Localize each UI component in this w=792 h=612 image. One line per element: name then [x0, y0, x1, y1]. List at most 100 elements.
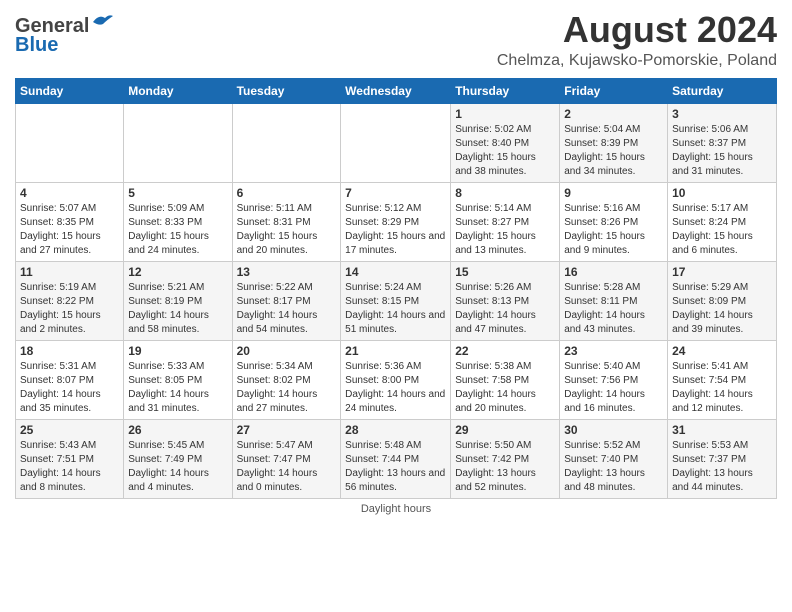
day-of-week-header: Thursday — [451, 78, 560, 103]
day-info: Sunrise: 5:19 AM Sunset: 8:22 PM Dayligh… — [20, 281, 119, 337]
day-info: Sunrise: 5:52 AM Sunset: 7:40 PM Dayligh… — [564, 439, 663, 495]
day-number: 11 — [20, 265, 119, 279]
daylight-hours-label: Daylight hours — [361, 503, 431, 515]
calendar-cell — [124, 103, 232, 182]
calendar-body: 1 Sunrise: 5:02 AM Sunset: 8:40 PM Daylig… — [16, 103, 777, 498]
day-info: Sunrise: 5:36 AM Sunset: 8:00 PM Dayligh… — [345, 360, 446, 416]
day-number: 29 — [455, 423, 555, 437]
day-info: Sunrise: 5:09 AM Sunset: 8:33 PM Dayligh… — [128, 202, 227, 258]
day-number: 12 — [128, 265, 227, 279]
day-number: 16 — [564, 265, 663, 279]
day-number: 21 — [345, 344, 446, 358]
day-info: Sunrise: 5:29 AM Sunset: 8:09 PM Dayligh… — [672, 281, 772, 337]
calendar-cell: 28 Sunrise: 5:48 AM Sunset: 7:44 PM Dayli… — [341, 419, 451, 498]
day-number: 31 — [672, 423, 772, 437]
calendar-cell: 10 Sunrise: 5:17 AM Sunset: 8:24 PM Dayli… — [668, 182, 777, 261]
day-info: Sunrise: 5:17 AM Sunset: 8:24 PM Dayligh… — [672, 202, 772, 258]
day-info: Sunrise: 5:07 AM Sunset: 8:35 PM Dayligh… — [20, 202, 119, 258]
day-number: 5 — [128, 186, 227, 200]
day-of-week-header: Tuesday — [232, 78, 341, 103]
calendar-cell: 16Sunrise: 5:28 AM Sunset: 8:11 PM Dayli… — [560, 261, 668, 340]
day-number: 28 — [345, 423, 446, 437]
calendar-cell: 19Sunrise: 5:33 AM Sunset: 8:05 PM Dayli… — [124, 340, 232, 419]
day-number: 7 — [345, 186, 446, 200]
calendar-cell: 17 Sunrise: 5:29 AM Sunset: 8:09 PM Dayli… — [668, 261, 777, 340]
calendar-cell: 12 Sunrise: 5:21 AM Sunset: 8:19 PM Dayli… — [124, 261, 232, 340]
day-of-week-header: Wednesday — [341, 78, 451, 103]
calendar-cell: 2 Sunrise: 5:04 AM Sunset: 8:39 PM Daylig… — [560, 103, 668, 182]
calendar-cell: 31 Sunrise: 5:53 AM Sunset: 7:37 PM Dayli… — [668, 419, 777, 498]
day-number: 1 — [455, 107, 555, 121]
day-info: Sunrise: 5:40 AM Sunset: 7:56 PM Dayligh… — [564, 360, 663, 416]
day-number: 18 — [20, 344, 119, 358]
calendar-cell: 18 Sunrise: 5:31 AM Sunset: 8:07 PM Dayli… — [16, 340, 124, 419]
calendar-table: SundayMondayTuesdayWednesdayThursdayFrid… — [15, 78, 777, 499]
day-info: Sunrise: 5:14 AM Sunset: 8:27 PM Dayligh… — [455, 202, 555, 258]
title-block: August 2024 Chelmza, Kujawsko-Pomorskie,… — [497, 10, 777, 70]
calendar-cell: 30 Sunrise: 5:52 AM Sunset: 7:40 PM Dayli… — [560, 419, 668, 498]
logo-blue-text: Blue — [15, 34, 58, 56]
calendar-week-row: 1 Sunrise: 5:02 AM Sunset: 8:40 PM Daylig… — [16, 103, 777, 182]
calendar-cell: 23Sunrise: 5:40 AM Sunset: 7:56 PM Dayli… — [560, 340, 668, 419]
day-info: Sunrise: 5:04 AM Sunset: 8:39 PM Dayligh… — [564, 123, 663, 179]
day-number: 3 — [672, 107, 772, 121]
day-number: 13 — [237, 265, 337, 279]
day-info: Sunrise: 5:53 AM Sunset: 7:37 PM Dayligh… — [672, 439, 772, 495]
day-of-week-header: Saturday — [668, 78, 777, 103]
calendar-cell: 20Sunrise: 5:34 AM Sunset: 8:02 PM Dayli… — [232, 340, 341, 419]
calendar-cell: 14Sunrise: 5:24 AM Sunset: 8:15 PM Dayli… — [341, 261, 451, 340]
calendar-cell: 7Sunrise: 5:12 AM Sunset: 8:29 PM Daylig… — [341, 182, 451, 261]
day-number: 27 — [237, 423, 337, 437]
day-info: Sunrise: 5:24 AM Sunset: 8:15 PM Dayligh… — [345, 281, 446, 337]
logo-bird-icon — [91, 12, 113, 32]
day-info: Sunrise: 5:31 AM Sunset: 8:07 PM Dayligh… — [20, 360, 119, 416]
calendar-cell: 4Sunrise: 5:07 AM Sunset: 8:35 PM Daylig… — [16, 182, 124, 261]
day-number: 26 — [128, 423, 227, 437]
day-info: Sunrise: 5:45 AM Sunset: 7:49 PM Dayligh… — [128, 439, 227, 495]
day-of-week-header: Friday — [560, 78, 668, 103]
calendar-cell: 27Sunrise: 5:47 AM Sunset: 7:47 PM Dayli… — [232, 419, 341, 498]
day-number: 17 — [672, 265, 772, 279]
calendar-cell: 1 Sunrise: 5:02 AM Sunset: 8:40 PM Daylig… — [451, 103, 560, 182]
day-info: Sunrise: 5:48 AM Sunset: 7:44 PM Dayligh… — [345, 439, 446, 495]
day-number: 30 — [564, 423, 663, 437]
day-number: 6 — [237, 186, 337, 200]
day-number: 22 — [455, 344, 555, 358]
day-info: Sunrise: 5:41 AM Sunset: 7:54 PM Dayligh… — [672, 360, 772, 416]
main-title: August 2024 — [497, 10, 777, 50]
day-number: 2 — [564, 107, 663, 121]
day-info: Sunrise: 5:21 AM Sunset: 8:19 PM Dayligh… — [128, 281, 227, 337]
calendar-header: SundayMondayTuesdayWednesdayThursdayFrid… — [16, 78, 777, 103]
day-info: Sunrise: 5:02 AM Sunset: 8:40 PM Dayligh… — [455, 123, 555, 179]
calendar-cell: 3Sunrise: 5:06 AM Sunset: 8:37 PM Daylig… — [668, 103, 777, 182]
calendar-cell: 22 Sunrise: 5:38 AM Sunset: 7:58 PM Dayli… — [451, 340, 560, 419]
calendar-week-row: 11 Sunrise: 5:19 AM Sunset: 8:22 PM Dayli… — [16, 261, 777, 340]
day-number: 19 — [128, 344, 227, 358]
day-number: 10 — [672, 186, 772, 200]
calendar-cell: 9Sunrise: 5:16 AM Sunset: 8:26 PM Daylig… — [560, 182, 668, 261]
day-number: 25 — [20, 423, 119, 437]
day-info: Sunrise: 5:43 AM Sunset: 7:51 PM Dayligh… — [20, 439, 119, 495]
day-info: Sunrise: 5:26 AM Sunset: 8:13 PM Dayligh… — [455, 281, 555, 337]
calendar-cell: 6Sunrise: 5:11 AM Sunset: 8:31 PM Daylig… — [232, 182, 341, 261]
calendar-cell — [232, 103, 341, 182]
day-info: Sunrise: 5:50 AM Sunset: 7:42 PM Dayligh… — [455, 439, 555, 495]
day-of-week-header: Monday — [124, 78, 232, 103]
calendar-cell — [341, 103, 451, 182]
header: General Blue August 2024 Chelmza, Kujaws… — [15, 10, 777, 70]
calendar-week-row: 25 Sunrise: 5:43 AM Sunset: 7:51 PM Dayli… — [16, 419, 777, 498]
footer: Daylight hours — [15, 503, 777, 515]
day-info: Sunrise: 5:38 AM Sunset: 7:58 PM Dayligh… — [455, 360, 555, 416]
day-info: Sunrise: 5:16 AM Sunset: 8:26 PM Dayligh… — [564, 202, 663, 258]
days-of-week-row: SundayMondayTuesdayWednesdayThursdayFrid… — [16, 78, 777, 103]
day-of-week-header: Sunday — [16, 78, 124, 103]
day-number: 24 — [672, 344, 772, 358]
calendar-cell: 29 Sunrise: 5:50 AM Sunset: 7:42 PM Dayli… — [451, 419, 560, 498]
calendar-cell: 5 Sunrise: 5:09 AM Sunset: 8:33 PM Daylig… — [124, 182, 232, 261]
calendar-cell: 11 Sunrise: 5:19 AM Sunset: 8:22 PM Dayli… — [16, 261, 124, 340]
calendar-cell: 15 Sunrise: 5:26 AM Sunset: 8:13 PM Dayli… — [451, 261, 560, 340]
calendar-week-row: 18 Sunrise: 5:31 AM Sunset: 8:07 PM Dayli… — [16, 340, 777, 419]
calendar-cell: 24 Sunrise: 5:41 AM Sunset: 7:54 PM Dayli… — [668, 340, 777, 419]
day-info: Sunrise: 5:34 AM Sunset: 8:02 PM Dayligh… — [237, 360, 337, 416]
day-number: 15 — [455, 265, 555, 279]
